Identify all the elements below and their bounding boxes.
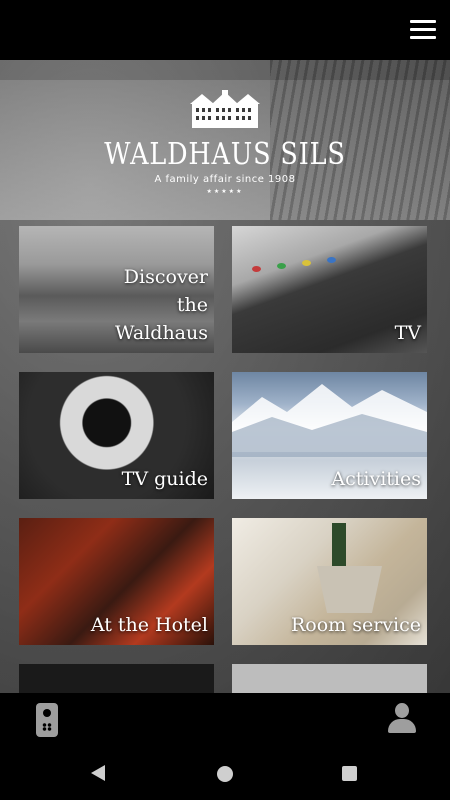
menu-line [410, 28, 436, 31]
hotel-stars: ★★★★★ [206, 188, 244, 195]
remote-button-decoration [327, 257, 336, 263]
remote-button-decoration [277, 263, 286, 269]
profile-icon[interactable] [388, 703, 416, 733]
tile-label: Discover the Waldhaus [115, 266, 208, 344]
tile-tv[interactable]: TV [232, 226, 427, 353]
back-icon[interactable] [91, 765, 105, 781]
hotel-logo: WALDHAUS SILS A family affair since 1908… [0, 90, 450, 195]
tile-room-service[interactable]: Room service [232, 518, 427, 645]
tile-at-the-hotel[interactable]: At the Hotel [19, 518, 214, 645]
tile-label: Activities [331, 468, 421, 490]
bottom-bar [0, 693, 450, 747]
tile-label: TV guide [121, 468, 208, 490]
profile-head [395, 703, 409, 718]
tile-activities[interactable]: Activities [232, 372, 427, 499]
tile-label: TV [394, 322, 421, 344]
system-nav-bar [0, 747, 450, 800]
hotel-tagline: A family affair since 1908 [154, 174, 296, 185]
hotel-brand-name: WALDHAUS SILS [104, 137, 346, 172]
hamburger-menu-icon[interactable] [410, 20, 436, 40]
remote-button-decoration [302, 260, 311, 266]
remote-button-decoration [252, 266, 261, 272]
tile-discover-waldhaus[interactable]: Discover the Waldhaus [19, 226, 214, 353]
remote-control-icon[interactable] [36, 703, 58, 737]
recent-apps-icon[interactable] [342, 766, 357, 781]
tile-label: Room service [290, 614, 421, 636]
profile-body [388, 719, 416, 733]
hotel-building-icon [190, 90, 260, 128]
menu-line [410, 36, 436, 39]
tile-label: At the Hotel [90, 614, 208, 636]
menu-line [410, 20, 436, 23]
tile-tv-guide[interactable]: TV guide [19, 372, 214, 499]
tile-partial[interactable] [19, 664, 214, 693]
tile-partial[interactable] [232, 664, 427, 693]
top-bar [0, 0, 450, 60]
home-icon[interactable] [217, 766, 233, 782]
